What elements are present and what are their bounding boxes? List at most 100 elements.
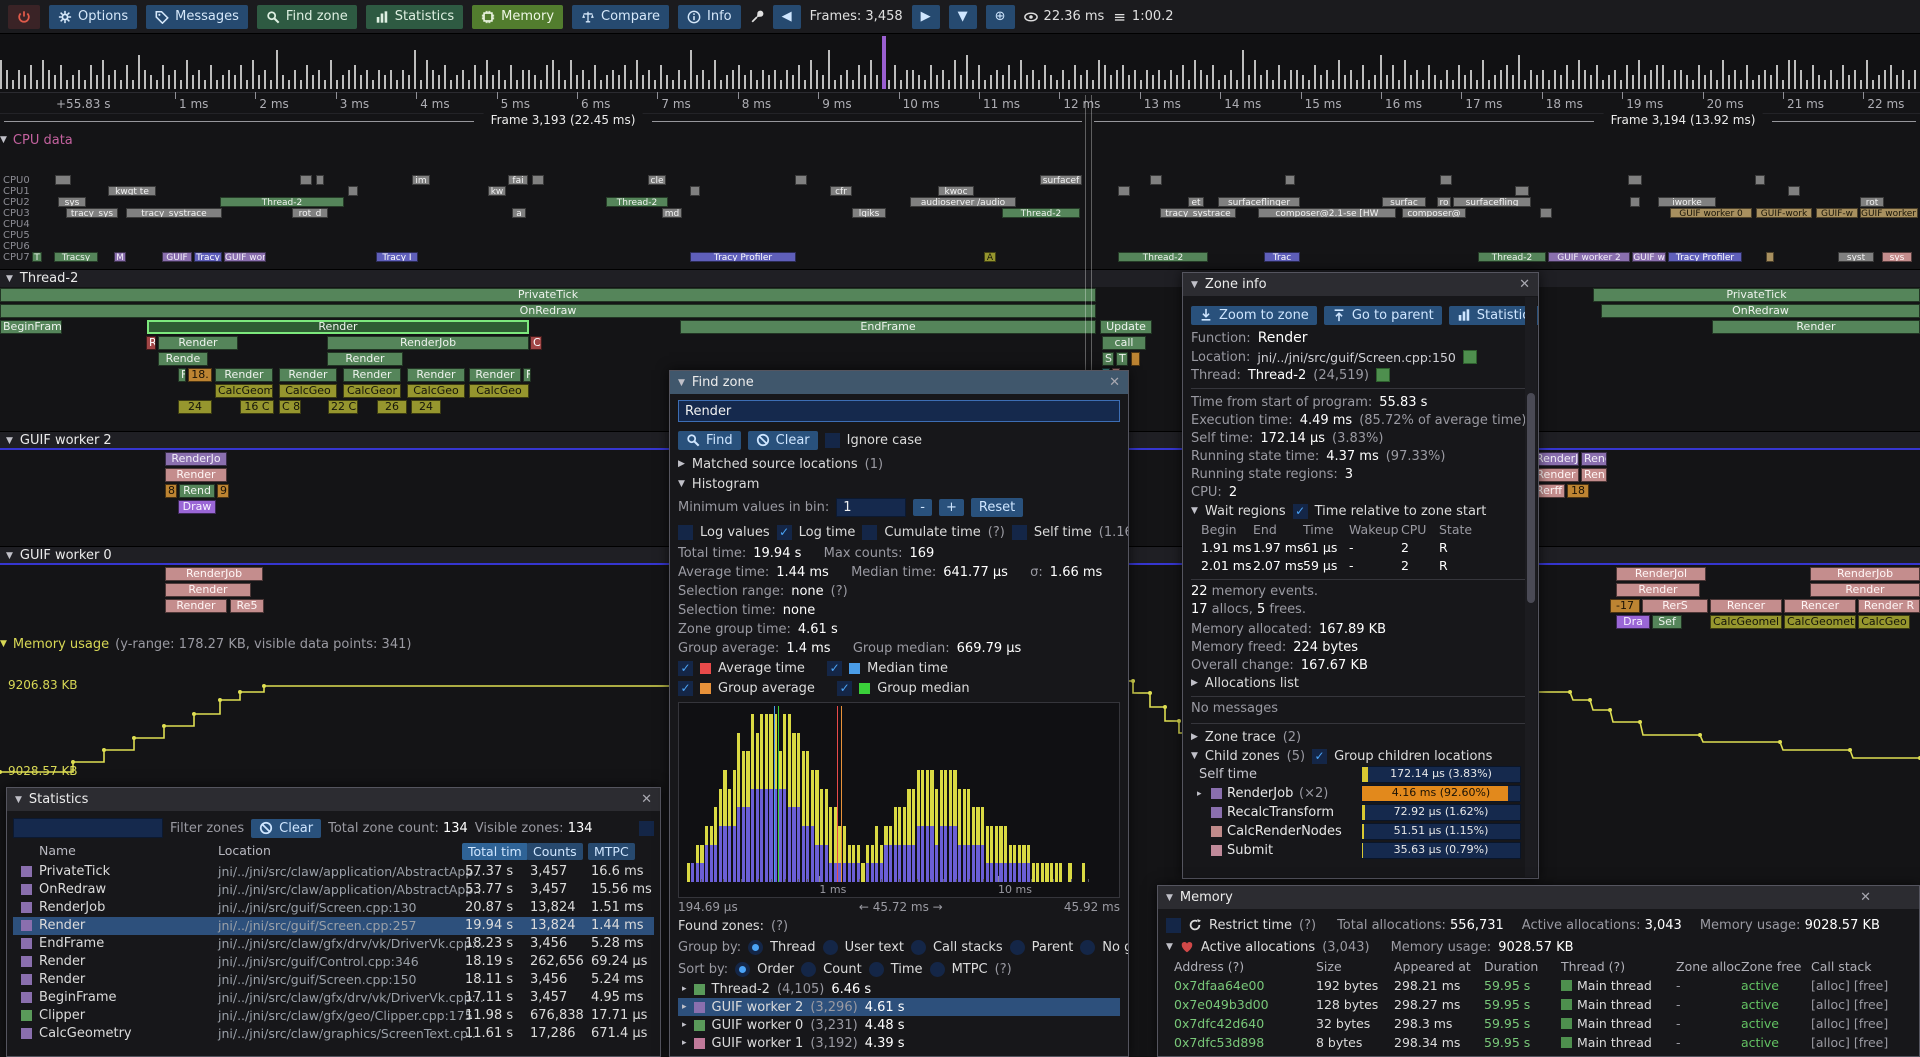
cpu-zone[interactable]: Thread-2 xyxy=(1002,208,1080,218)
timeline-zone[interactable]: Render xyxy=(165,599,227,613)
timeline-zone[interactable]: Rencer xyxy=(1710,599,1782,613)
legend-checkbox[interactable] xyxy=(678,661,693,676)
timeline-zone[interactable]: S xyxy=(1102,352,1114,366)
timeline-zone[interactable]: C 8 xyxy=(279,400,301,414)
timeline-zone[interactable]: 18 xyxy=(1567,484,1589,498)
thread-indicator[interactable] xyxy=(1376,368,1390,382)
allocation-row[interactable]: 0x7dfaa64e00192 bytes298.21 ms59.95 sMai… xyxy=(1166,976,1911,995)
col-counts[interactable]: Counts xyxy=(527,843,583,860)
wait-region-row[interactable]: 2.01 ms2.07 ms59 μs-2R xyxy=(1191,557,1530,575)
timeline-zone[interactable]: CalcGeo xyxy=(469,384,529,398)
child-zones-toggle[interactable]: ▼ xyxy=(1191,751,1198,761)
cpu-zone[interactable] xyxy=(1150,175,1162,185)
cpu-zone[interactable]: audioserver /audio xyxy=(910,197,1016,207)
find-zone-titlebar[interactable]: ▼ Find zone ✕ xyxy=(670,371,1128,394)
timeline-zone[interactable]: Render xyxy=(165,468,227,482)
collapse-icon[interactable]: ▼ xyxy=(1166,893,1173,903)
cpu-zone[interactable]: Thread-2 xyxy=(1118,252,1208,262)
toolbar-button-power[interactable] xyxy=(8,5,40,29)
col-mtpc[interactable]: MTPC xyxy=(588,843,635,860)
timeline-zone[interactable]: Render xyxy=(327,352,403,366)
timeline-zone[interactable]: CalcGeo xyxy=(279,384,337,398)
help-icon[interactable]: (?) xyxy=(995,962,1012,977)
child-zone-row[interactable]: CalcRenderNodes51.51 μs (1.15%) xyxy=(1191,823,1530,842)
close-icon[interactable]: ✕ xyxy=(1519,277,1530,292)
timeline-zone[interactable]: 24 xyxy=(411,400,441,414)
cpu-zone[interactable] xyxy=(1515,186,1529,196)
zoom-to-zone-button[interactable]: Zoom to zone xyxy=(1191,306,1317,325)
close-icon[interactable]: ✕ xyxy=(1860,890,1871,905)
mem-col-2[interactable]: Appeared at xyxy=(1394,959,1471,974)
cpu-zone[interactable]: Thread-2 xyxy=(1478,252,1546,262)
cpu-zone[interactable]: GUIF xyxy=(162,252,192,262)
timeline-zone[interactable]: RenderJob xyxy=(327,336,529,350)
cpu-zone[interactable]: Thread-2 xyxy=(606,197,668,207)
timeline-zone[interactable]: F xyxy=(178,368,186,382)
toolbar-button-compare[interactable]: Compare xyxy=(572,5,669,29)
timeline-zone[interactable] xyxy=(1131,352,1140,366)
collapse-icon[interactable]: ▼ xyxy=(1191,280,1198,290)
found-zone-group[interactable]: ▸Thread-2(4,105)6.46 s xyxy=(678,980,1120,998)
mem-col-7[interactable]: Call stack xyxy=(1811,959,1872,974)
col-location[interactable]: Location xyxy=(218,843,271,858)
stats-option-checkbox[interactable] xyxy=(639,821,654,836)
radio-parent[interactable] xyxy=(1010,940,1025,955)
toolbar-button-find-zone[interactable]: Find zone xyxy=(257,5,357,29)
cpu-zone[interactable]: surfaceflinger xyxy=(1218,197,1300,207)
timeline-zone[interactable]: 26 xyxy=(377,400,407,414)
timeline-zone[interactable]: F xyxy=(523,368,531,382)
timeline-zone[interactable]: RenderJo xyxy=(165,452,227,466)
cpu-zone[interactable]: Thread-2 xyxy=(220,197,344,207)
zone-info-titlebar[interactable]: ▼ Zone info ✕ xyxy=(1183,273,1538,296)
find-button[interactable]: Find xyxy=(678,431,741,450)
zoom-out-button[interactable]: ▼ xyxy=(949,5,977,29)
scrollbar-thumb[interactable] xyxy=(1527,393,1535,603)
timeline-zone[interactable]: CalcGeomet xyxy=(1784,615,1856,629)
timeline-zone[interactable]: Update xyxy=(1100,320,1152,334)
cpu-zone[interactable]: composer@2.1-se [HW xyxy=(1258,208,1396,218)
timeline-zone[interactable]: CalcGeor xyxy=(343,384,401,398)
cpu-zone[interactable]: ro xyxy=(1437,197,1451,207)
statistics-row[interactable]: CalcGeometryjni/../jni/src/claw/graphics… xyxy=(13,1025,654,1043)
timeline-zone[interactable]: Render xyxy=(1616,583,1700,597)
matched-source-locations-toggle[interactable]: ▶Matched source locations(1) xyxy=(678,454,1120,474)
mem-col-1[interactable]: Size xyxy=(1316,959,1342,974)
checkbox-cumulate-time[interactable] xyxy=(862,525,877,540)
found-zone-group[interactable]: ▸GUIF worker 0(3,231)4.48 s xyxy=(678,1016,1120,1034)
timeline-zone[interactable]: Render R xyxy=(1858,599,1920,613)
timeline-zone[interactable]: RerS xyxy=(1642,599,1708,613)
next-frame-button[interactable]: ▶ xyxy=(912,5,940,29)
cpu-zone[interactable]: M xyxy=(114,252,126,262)
close-icon[interactable]: ✕ xyxy=(641,792,652,807)
cpu-zone[interactable]: Tracy Profiler xyxy=(690,252,796,262)
timeline-zone[interactable]: Rend xyxy=(1581,452,1607,466)
min-bin-increase-button[interactable]: + xyxy=(939,499,964,516)
expand-icon[interactable]: ▸ xyxy=(682,1038,687,1048)
checkbox-log-values[interactable] xyxy=(678,525,693,540)
timeline-zone[interactable]: PrivateTick xyxy=(0,288,1096,302)
cpu-data-section-header[interactable]: ▼ CPU data xyxy=(0,132,73,148)
found-zone-group[interactable]: ▸GUIF worker 2(3,296)4.61 s xyxy=(678,998,1120,1016)
timeline-zone[interactable]: 18. xyxy=(188,368,212,382)
cpu-zone[interactable]: cfr xyxy=(830,186,852,196)
ignore-case-checkbox[interactable] xyxy=(825,433,840,448)
cpu-zone[interactable] xyxy=(1766,252,1774,262)
cpu-zone[interactable]: surfac xyxy=(1382,197,1426,207)
radio-order[interactable] xyxy=(735,962,750,977)
prev-frame-button[interactable]: ◀ xyxy=(773,5,801,29)
radio-thread[interactable] xyxy=(748,940,763,955)
timeline-zone[interactable]: call xyxy=(1102,336,1146,350)
cpu-zone[interactable]: sys xyxy=(1882,252,1912,262)
timeline-zone[interactable]: RenderJol xyxy=(1616,567,1706,581)
clear-filter-button[interactable]: Clear xyxy=(251,819,321,838)
cpu-zone[interactable]: Tracy Profiler xyxy=(1668,252,1742,262)
close-icon[interactable]: ✕ xyxy=(1109,375,1120,390)
cpu-zone[interactable]: rot_d xyxy=(292,208,328,218)
cpu-zone[interactable]: GUIF w xyxy=(1632,252,1666,262)
timeline-zone[interactable]: Render xyxy=(1810,583,1920,597)
timeline-zone[interactable]: RenderJob xyxy=(165,567,263,581)
cpu-zone[interactable] xyxy=(1788,186,1800,196)
cpu-zone[interactable]: kwgt te xyxy=(108,186,156,196)
timeline-zone[interactable]: Dra xyxy=(1616,615,1650,629)
statistics-row[interactable]: Renderjni/../jni/src/guif/Screen.cpp:257… xyxy=(13,917,654,935)
